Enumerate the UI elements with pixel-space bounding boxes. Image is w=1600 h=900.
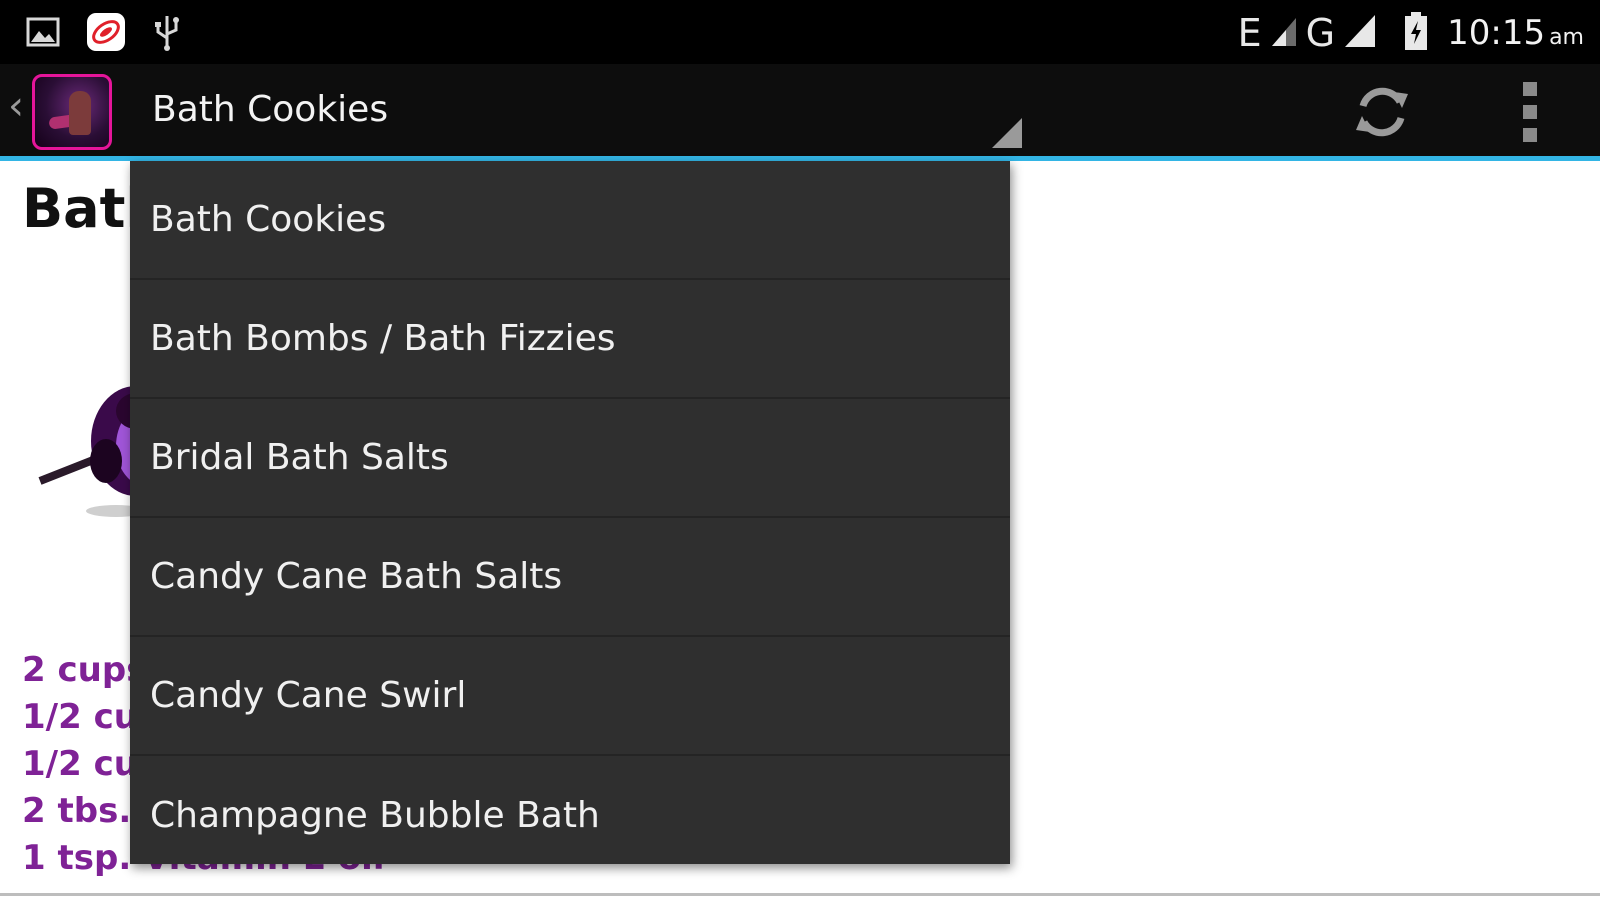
clock-time: 10:15 — [1447, 13, 1546, 53]
category-dropdown-list: Bath Cookies Bath Bombs / Bath Fizzies B… — [130, 161, 1010, 864]
refresh-icon — [1356, 87, 1408, 137]
status-bar: E G 10:15 am — [0, 0, 1600, 64]
back-chevron-icon[interactable]: ‹ — [8, 86, 24, 126]
category-spinner[interactable]: Bath Cookies — [152, 64, 1022, 156]
battery-charging-icon — [1403, 11, 1429, 55]
spinner-selected-label: Bath Cookies — [152, 89, 389, 130]
app-logo-icon[interactable] — [32, 74, 112, 150]
spinner-dropdown-arrow-icon — [992, 118, 1022, 148]
network-type-e: E — [1237, 11, 1262, 55]
dropdown-item-champagne-bubble-bath[interactable]: Champagne Bubble Bath — [130, 756, 1010, 864]
clock-suffix: am — [1549, 25, 1584, 50]
usb-icon — [152, 12, 182, 56]
overflow-dot-icon — [1523, 82, 1537, 96]
signal-strength-icon-2 — [1343, 13, 1377, 53]
clock: 10:15 am — [1447, 16, 1584, 50]
notification-icons — [26, 12, 182, 56]
action-bar: ‹ Bath Cookies — [0, 64, 1600, 156]
dropdown-item-candy-cane-bath-salts[interactable]: Candy Cane Bath Salts — [130, 518, 1010, 637]
app-logo-figure — [69, 91, 91, 135]
network-type-g: G — [1305, 11, 1336, 55]
system-indicators: E G 10:15 am — [1238, 8, 1584, 58]
image-notification-icon — [26, 17, 60, 51]
overflow-menu-button[interactable] — [1510, 82, 1550, 142]
overflow-dot-icon — [1523, 128, 1537, 142]
app-notification-icon — [86, 12, 126, 56]
dropdown-item-bath-cookies[interactable]: Bath Cookies — [130, 161, 1010, 280]
signal-strength-icon-1 — [1270, 14, 1298, 52]
dropdown-item-bridal-bath-salts[interactable]: Bridal Bath Salts — [130, 399, 1010, 518]
dropdown-item-candy-cane-swirl[interactable]: Candy Cane Swirl — [130, 637, 1010, 756]
dropdown-item-bath-bombs[interactable]: Bath Bombs / Bath Fizzies — [130, 280, 1010, 399]
refresh-button[interactable] — [1350, 80, 1414, 144]
bottom-divider — [0, 893, 1600, 896]
overflow-dot-icon — [1523, 105, 1537, 119]
